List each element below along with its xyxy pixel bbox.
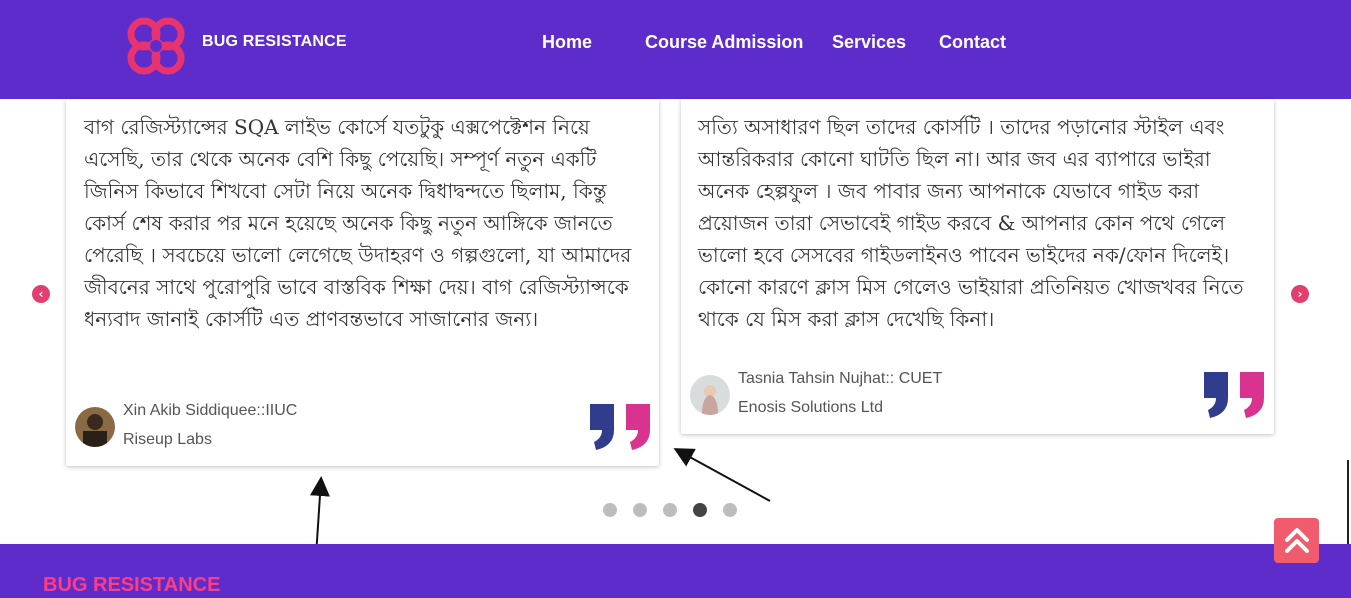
carousel-dot[interactable] <box>723 503 737 517</box>
carousel-dot[interactable] <box>663 503 677 517</box>
carousel-dot-active[interactable] <box>693 503 707 517</box>
page-edge-divider <box>1347 460 1349 545</box>
footer-brand: BUG RESISTANCE <box>43 574 221 596</box>
site-footer: BUG RESISTANCE <box>0 544 1351 598</box>
annotation-arrow-icon <box>673 448 771 502</box>
carousel-dot[interactable] <box>603 503 617 517</box>
scroll-to-top-button[interactable] <box>1274 518 1319 563</box>
carousel-dot[interactable] <box>633 503 647 517</box>
double-chevron-up-icon <box>1284 527 1309 553</box>
